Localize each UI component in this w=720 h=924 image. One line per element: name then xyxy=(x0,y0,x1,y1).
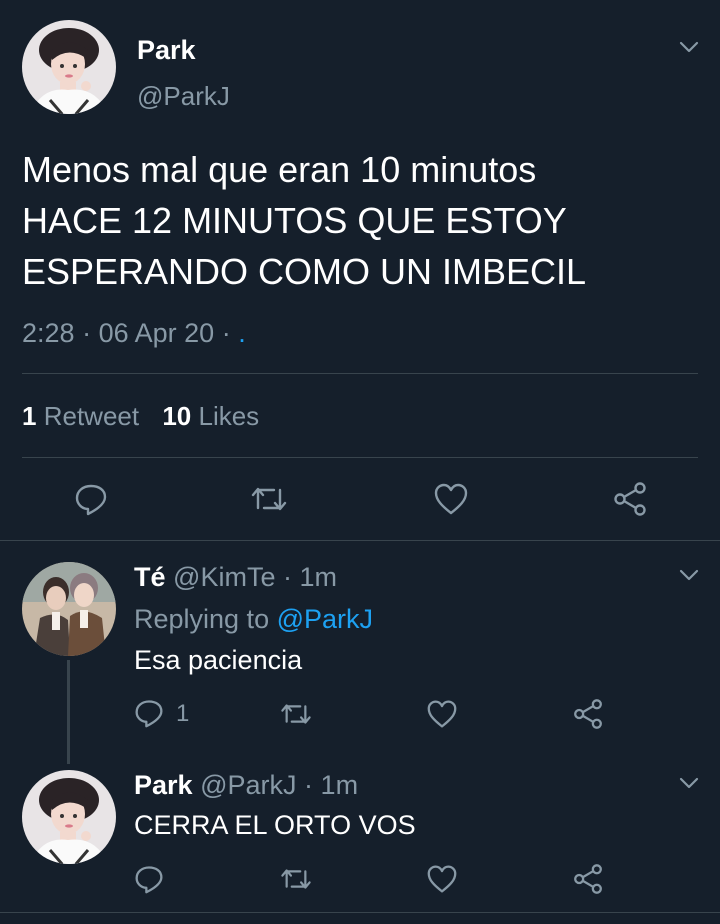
like-icon[interactable] xyxy=(426,864,458,894)
share-icon[interactable] xyxy=(612,482,648,516)
reply-count: 1 xyxy=(176,700,190,727)
chevron-down-icon[interactable] xyxy=(678,772,700,794)
reply-text: CERRA EL ORTO VOS xyxy=(134,810,416,840)
avatar[interactable] xyxy=(22,770,116,864)
likes-label: Likes xyxy=(198,401,260,431)
display-name[interactable]: Park xyxy=(134,770,193,800)
retweets-count: 1 xyxy=(22,401,37,431)
display-name[interactable]: Té xyxy=(134,562,166,592)
avatar[interactable] xyxy=(22,20,116,114)
replying-to-handle[interactable]: @ParkJ xyxy=(277,604,373,634)
chevron-down-icon[interactable] xyxy=(678,564,700,586)
tweet-source[interactable]: . xyxy=(238,318,246,348)
tweet-time[interactable]: 1m xyxy=(300,562,338,592)
divider xyxy=(22,457,698,458)
reply-icon[interactable] xyxy=(74,482,108,516)
share-icon[interactable] xyxy=(572,864,604,894)
reply-icon[interactable] xyxy=(134,864,164,894)
separator: · xyxy=(282,562,292,592)
retweet-icon[interactable] xyxy=(249,482,289,516)
thread-line xyxy=(67,660,70,764)
separator: · xyxy=(304,770,314,800)
tweet-stats: 1 Retweet 10 Likes xyxy=(22,400,259,432)
separator: · xyxy=(82,318,92,348)
tweet-metadata: 2:28 · 06 Apr 20 · . xyxy=(22,316,246,350)
tweet-date[interactable]: 06 Apr 20 xyxy=(99,318,215,348)
tweet-text-line: ESPERANDO COMO UN IMBECIL xyxy=(22,251,587,292)
like-icon[interactable] xyxy=(433,482,469,516)
handle[interactable]: @KimTe xyxy=(173,562,275,592)
divider xyxy=(0,912,720,913)
reply-header: Park @ParkJ · 1m xyxy=(134,768,358,802)
divider xyxy=(0,540,720,541)
avatar[interactable] xyxy=(22,562,116,656)
reply-text: Esa paciencia xyxy=(134,645,303,675)
likes-count: 10 xyxy=(162,401,192,431)
display-name[interactable]: Park xyxy=(137,34,196,66)
tweet-time[interactable]: 1m xyxy=(321,770,359,800)
retweet-icon[interactable] xyxy=(279,699,313,729)
divider xyxy=(22,373,698,374)
tweet-text-line: Menos mal que eran 10 minutos xyxy=(22,149,537,190)
chevron-down-icon[interactable] xyxy=(678,36,700,58)
retweets-stat[interactable]: 1 Retweet xyxy=(22,401,146,431)
handle[interactable]: @ParkJ xyxy=(200,770,296,800)
replying-to-label: Replying to xyxy=(134,604,270,634)
like-icon[interactable] xyxy=(426,699,458,729)
tweet-time[interactable]: 2:28 xyxy=(22,318,75,348)
replying-to: Replying to @ParkJ xyxy=(134,602,373,636)
handle[interactable]: @ParkJ xyxy=(137,80,230,112)
separator: · xyxy=(221,318,231,348)
share-icon[interactable] xyxy=(572,699,604,729)
retweets-label: Retweet xyxy=(43,401,140,431)
tweet-text: Menos mal que eran 10 minutos HACE 12 MI… xyxy=(22,144,702,297)
reply-header: Té @KimTe · 1m xyxy=(134,560,337,594)
retweet-icon[interactable] xyxy=(279,864,313,894)
tweet-text-line: HACE 12 MINUTOS QUE ESTOY xyxy=(22,200,567,241)
likes-stat[interactable]: 10 Likes xyxy=(162,401,259,431)
reply-icon[interactable] xyxy=(134,698,164,728)
